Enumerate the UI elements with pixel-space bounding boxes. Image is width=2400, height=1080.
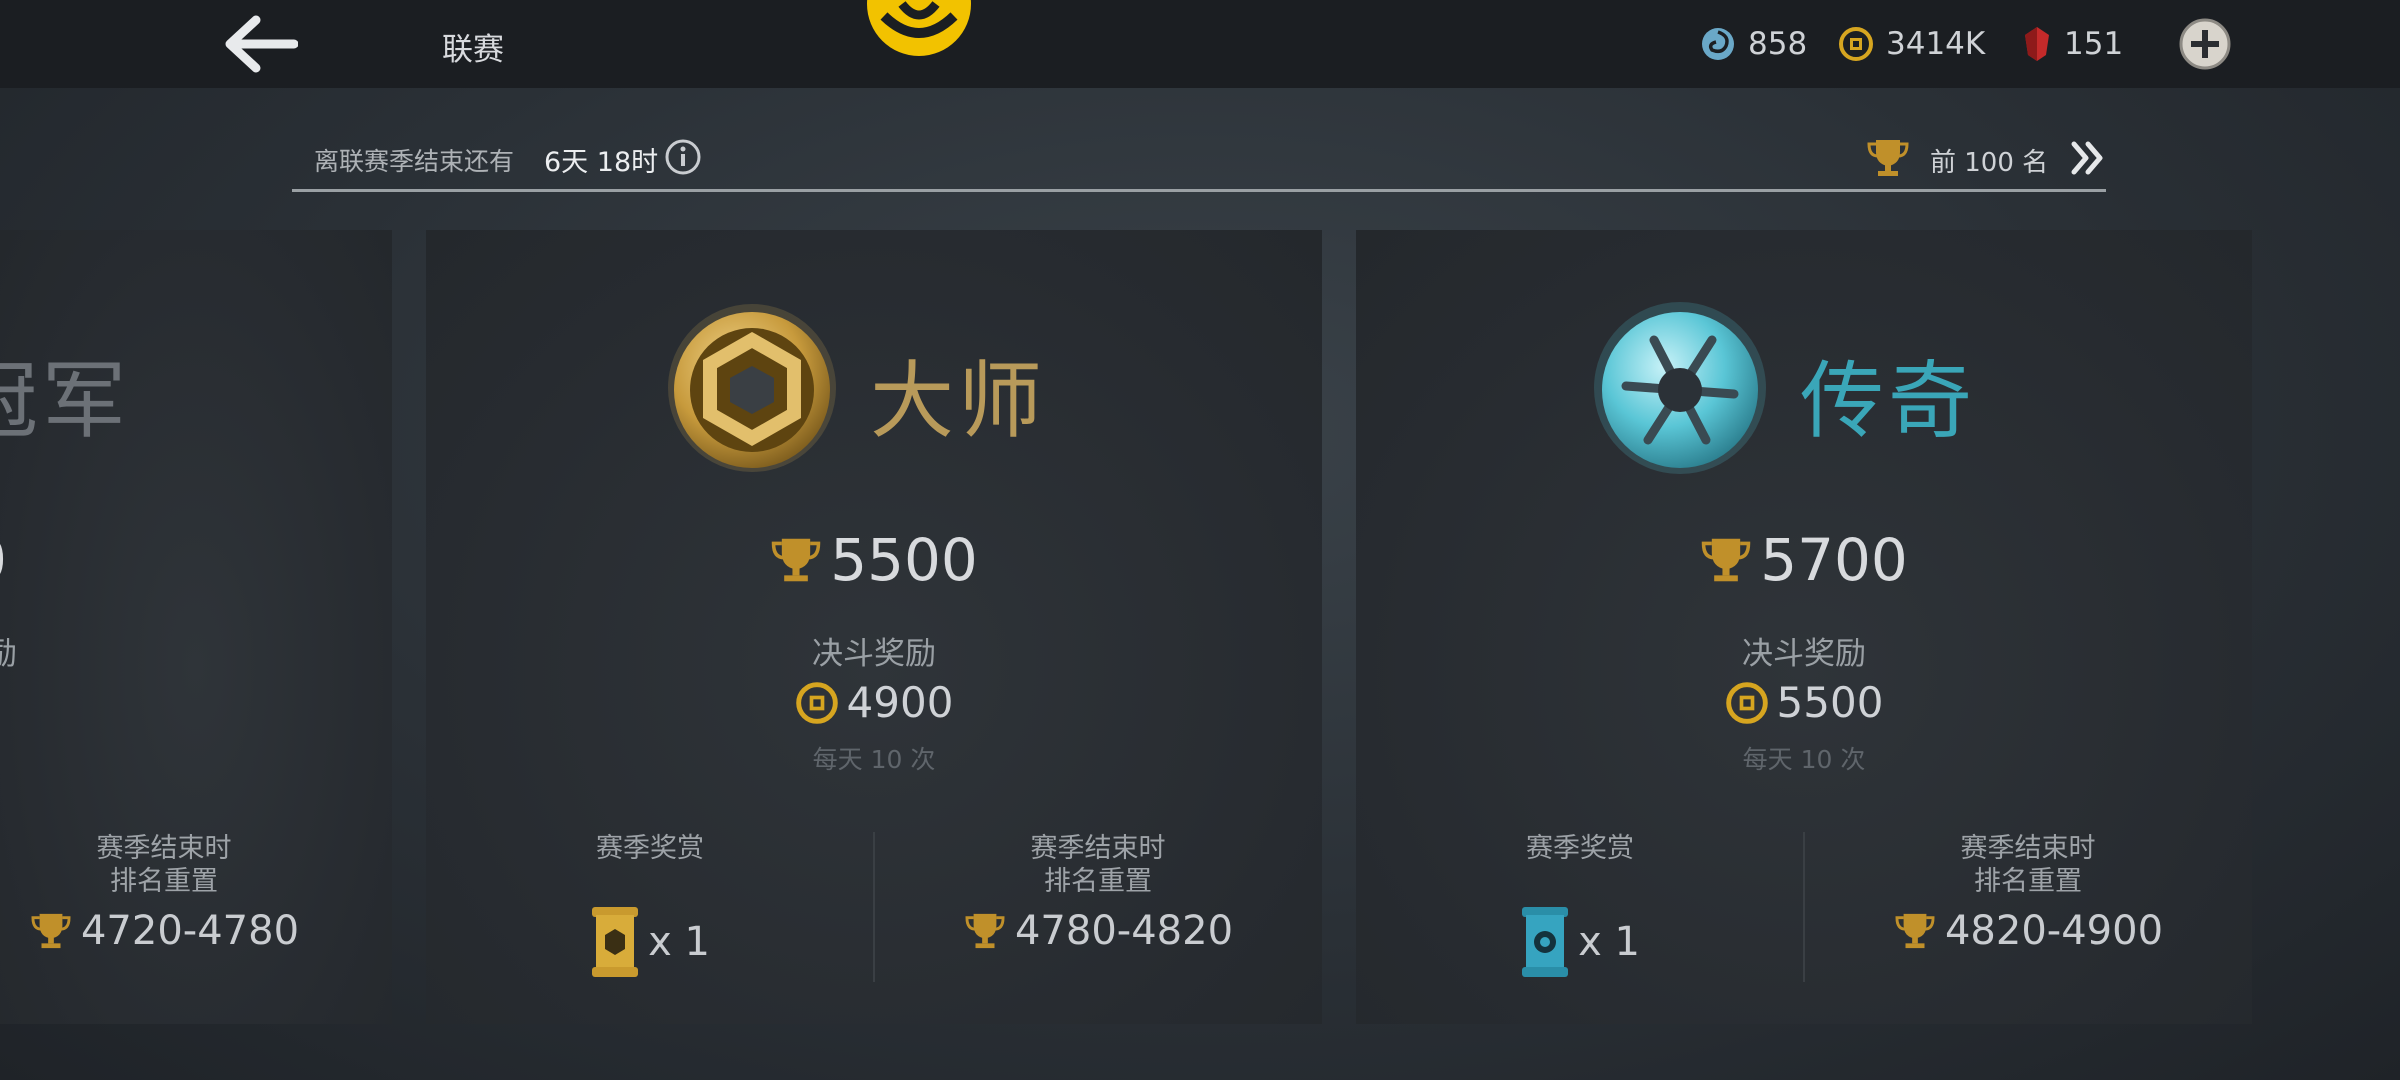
coin-icon	[1839, 27, 1873, 61]
spiral-token-icon	[1702, 28, 1734, 60]
top-100-label[interactable]: 前 100 名	[1930, 142, 2048, 179]
rank-reset-label-line2: 排名重置	[110, 866, 218, 897]
season-reward-label: 赛季奖赏	[596, 833, 704, 864]
double-chevron-right-icon[interactable]	[2068, 138, 2108, 178]
season-reward-value[interactable]: x 1	[1356, 905, 1804, 979]
info-icon[interactable]	[664, 138, 702, 176]
season-reward-count: x 1	[648, 919, 710, 965]
duel-reward: 5500	[1356, 678, 2252, 727]
duel-daily-limit: 每天 10 次	[812, 745, 936, 774]
tier-card-master[interactable]: 大师 5500 决斗奖励 4900 每天 10 次 赛季奖赏 x 1 赛季结束时…	[426, 230, 1322, 1024]
trophy-icon	[1895, 913, 1935, 949]
rank-reset-column: 赛季结束时 排名重置 4780-4820	[874, 832, 1322, 988]
duel-reward: 4900	[426, 678, 1322, 727]
rank-reset-label-line1: 赛季结束时	[96, 833, 232, 864]
trophy-icon	[771, 538, 821, 582]
rank-reset-value: 4780-4820	[874, 908, 1322, 954]
cyan-reward-scroll-icon[interactable]	[1520, 905, 1570, 979]
trophy-icon	[1701, 538, 1751, 582]
spiral-token-counter: 858	[1700, 20, 1807, 68]
rank-reset-range: 4820-4900	[1944, 908, 2164, 954]
legend-tier-emblem-icon	[1594, 302, 1766, 474]
season-reward-column: 赛季奖赏 x 1	[1356, 832, 1804, 988]
page-title: 联赛	[442, 32, 504, 68]
duel-reward-label: 决斗奖励	[1742, 636, 1866, 672]
season-reward-column: 赛季奖赏 x 1	[426, 832, 874, 988]
spiral-token-value: 858	[1748, 26, 1808, 62]
duel-reward-value: 5500	[1776, 678, 1884, 727]
rank-reset-range: 4780-4820	[1014, 908, 1234, 954]
rank-reset-label-line2: 排名重置	[1974, 866, 2082, 897]
tier-name: 传奇	[1800, 352, 1977, 450]
coin-icon	[795, 681, 838, 724]
trophy-icon	[1867, 140, 1909, 176]
tier-threshold: 5500	[426, 526, 1322, 594]
duel-reward-label: 决斗奖励	[812, 636, 936, 672]
season-info-bar: 离联赛季结束还有 6天 18时 前 100 名	[292, 126, 2106, 192]
season-reward-value[interactable]: x 1	[426, 905, 874, 979]
rank-reset-range: 4720-4780	[80, 908, 300, 954]
duel-reward-label: 励	[0, 636, 17, 672]
season-reward-count: x 1	[1578, 919, 1640, 965]
tier-threshold-value: 5700	[1760, 526, 1908, 594]
rank-reset-column: 赛季结束时 排名重置 4820-4900	[1804, 832, 2252, 988]
back-arrow-icon[interactable]	[222, 14, 298, 74]
rank-reset-label-line2: 排名重置	[1044, 866, 1152, 897]
tier-threshold: 5700	[1356, 526, 2252, 594]
rank-reset-column: 赛季结束时 排名重置 4720-4780	[0, 832, 328, 988]
gem-value: 151	[2064, 26, 2124, 62]
duel-daily-limit: 每天 10 次	[1742, 745, 1866, 774]
rank-reset-value: 4820-4900	[1804, 908, 2252, 954]
master-tier-emblem-icon	[668, 304, 836, 472]
tier-name: 大师	[870, 352, 1047, 450]
add-currency-button[interactable]	[2178, 17, 2232, 71]
coin-icon	[1725, 681, 1768, 724]
top-bar: 联赛 858 3414K 151	[0, 0, 2400, 88]
red-gem-icon	[2025, 27, 2049, 61]
duel-reward-value: 4900	[846, 678, 954, 727]
trophy-icon	[31, 913, 71, 949]
gem-counter: 151	[2022, 20, 2123, 68]
tier-name: 冠军	[0, 352, 131, 450]
season-end-label: 离联赛季结束还有	[314, 147, 515, 176]
rank-reset-value: 4720-4780	[0, 908, 328, 954]
rank-reset-label-line1: 赛季结束时	[1960, 833, 2096, 864]
gold-reward-scroll-icon[interactable]	[590, 905, 640, 979]
tier-threshold: 0	[0, 526, 7, 594]
tier-threshold-value: 5500	[830, 526, 978, 594]
season-reward-label: 赛季奖赏	[1526, 833, 1634, 864]
trophy-icon	[965, 913, 1005, 949]
coin-counter: 3414K	[1838, 20, 1985, 68]
tier-card-legend[interactable]: 传奇 5700 决斗奖励 5500 每天 10 次 赛季奖赏 x 1 赛季结束时…	[1356, 230, 2252, 1024]
coin-value: 3414K	[1886, 26, 1986, 62]
season-time-left: 6天 18时	[544, 147, 659, 178]
rank-reset-label-line1: 赛季结束时	[1030, 833, 1166, 864]
tier-card-champion[interactable]: 冠军 0 励 赛季结束时 排名重置 4720-4780	[0, 230, 392, 1024]
league-emblem-icon	[867, 0, 971, 56]
